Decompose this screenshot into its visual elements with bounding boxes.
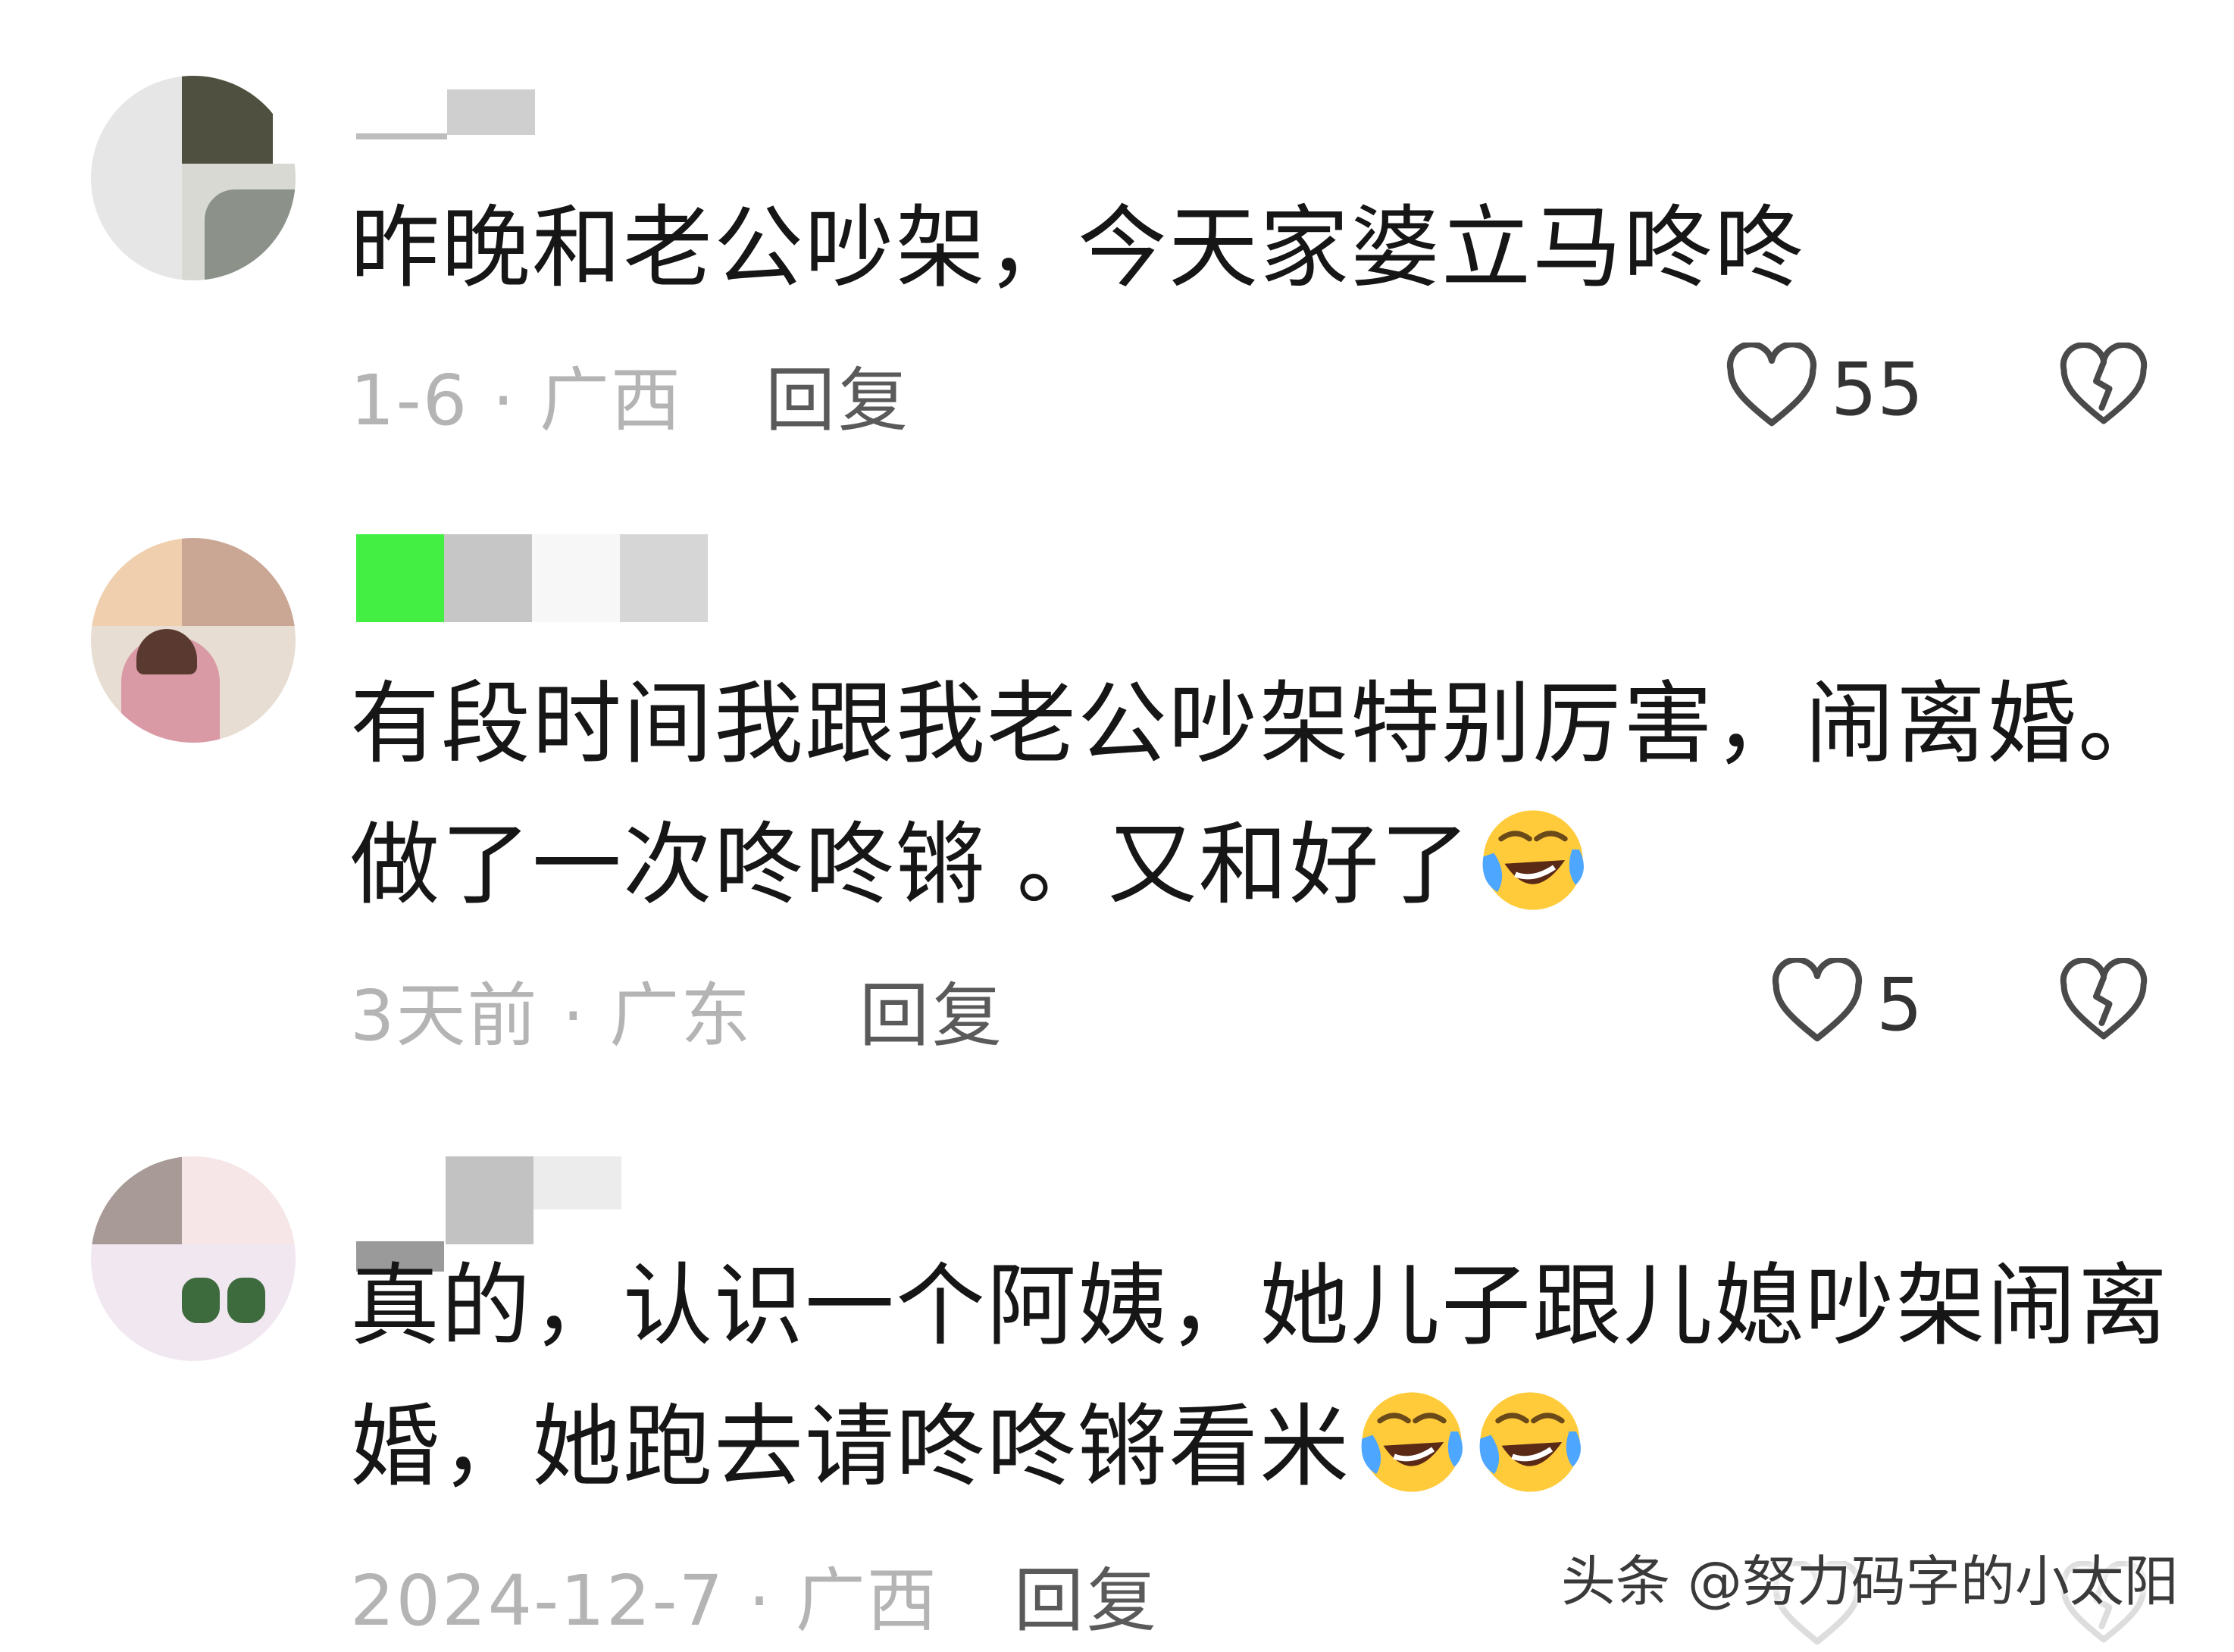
comment-date: 1-6 [350, 360, 469, 441]
like-count: 55 [1831, 347, 1924, 432]
meta-dot: · [724, 1560, 796, 1641]
comment-text-line-with-emoji: 婚，她跑去请咚咚锵看米 [350, 1376, 2093, 1517]
comment-text: 昨晚和老公吵架，今天家婆立马咚咚 [350, 177, 2093, 318]
comment-text-line: 真的，认识一个阿姨，她儿子跟儿媳吵架闹离 [350, 1253, 2170, 1358]
broken-heart-icon [2060, 342, 2148, 424]
like-button[interactable]: 55 [1725, 343, 1952, 433]
reply-button[interactable]: 回复 [765, 344, 911, 445]
comment-location: 广西 [795, 1560, 938, 1641]
rofl-emoji-icon [1482, 810, 1584, 910]
like-button[interactable]: 5 [1770, 958, 1967, 1049]
rofl-emoji-icon [1479, 1392, 1581, 1492]
rofl-emoji-icon [1361, 1392, 1463, 1492]
reply-button[interactable]: 回复 [1014, 1544, 1159, 1645]
comment-text: 有段时间我跟我老公吵架特别厉害，闹离婚。 做了一次咚咚锵 。又和好了 [350, 653, 2170, 935]
comment-text: 真的，认识一个阿姨，她儿子跟儿媳吵架闹离 婚，她跑去请咚咚锵看米 [350, 1235, 2170, 1517]
comment-text-line: 有段时间我跟我老公吵架特别厉害，闹离婚。 [350, 671, 2170, 776]
comment-item: 有段时间我跟我老公吵架特别厉害，闹离婚。 做了一次咚咚锵 。又和好了 3天前 ·… [0, 485, 2234, 1091]
watermark: 头条 @努力码字的小太阳 [1561, 1550, 2179, 1613]
heart-icon [1772, 958, 1863, 1042]
comment-date: 3天前 [350, 975, 539, 1056]
comment-location: 广西 [540, 360, 683, 441]
comment-text-line: 做了一次咚咚锵 。又和好了 [350, 812, 1472, 917]
heart-icon [1726, 343, 1817, 427]
comment-meta: 3天前 · 广东 [350, 959, 752, 1060]
broken-heart-icon [2060, 957, 2148, 1040]
avatar[interactable] [91, 76, 296, 280]
comment-date: 2024-12-7 [350, 1560, 725, 1641]
like-count: 5 [1876, 962, 1923, 1047]
meta-dot: · [538, 975, 610, 1056]
dislike-button[interactable] [2058, 342, 2149, 433]
comment-text-line-with-emoji: 做了一次咚咚锵 。又和好了 [350, 794, 2093, 935]
comment-meta: 2024-12-7 · 广西 [350, 1544, 938, 1645]
comment-meta: 1-6 · 广西 [350, 344, 682, 445]
reply-button[interactable]: 回复 [859, 959, 1005, 1060]
dislike-button[interactable] [2058, 957, 2149, 1049]
comment-text-line: 婚，她跑去请咚咚锵看米 [350, 1394, 1351, 1499]
comment-location: 广东 [609, 975, 752, 1056]
avatar[interactable] [91, 1156, 296, 1361]
comment-item: 昨晚和老公吵架，今天家婆立马咚咚 1-6 · 广西 回复 55 [0, 0, 2234, 485]
comment-text-line: 昨晚和老公吵架，今天家婆立马咚咚 [350, 196, 1806, 300]
avatar[interactable] [91, 538, 296, 743]
meta-dot: · [468, 360, 540, 441]
